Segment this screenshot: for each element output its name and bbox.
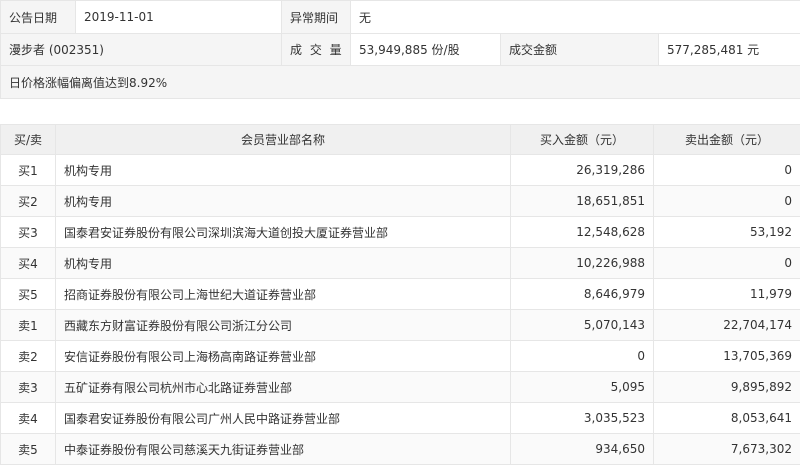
row-member: 西藏东方财富证券股份有限公司浙江分公司	[55, 309, 511, 341]
table-row: 买1 机构专用 26,319,286 0	[0, 154, 800, 186]
row-sell-amount: 0	[653, 247, 800, 279]
row-side: 卖4	[0, 402, 56, 434]
row-buy-amount: 5,095	[510, 371, 654, 403]
table-header-row: 买/卖 会员营业部名称 买入金额（元） 卖出金额（元）	[0, 124, 800, 155]
row-sell-amount: 0	[653, 185, 800, 217]
row-side: 买1	[0, 154, 56, 186]
info-row-reason: 日价格涨幅偏离值达到8.92%	[0, 65, 800, 99]
info-row-date: 公告日期 2019-11-01 异常期间 无	[0, 0, 800, 34]
info-row-volume: 漫步者 (002351) 成 交 量 53,949,885 份/股 成交金额 5…	[0, 33, 800, 66]
table-row: 卖3 五矿证券有限公司杭州市心北路证券营业部 5,095 9,895,892	[0, 371, 800, 403]
row-member: 国泰君安证券股份有限公司深圳滨海大道创投大厦证券营业部	[55, 216, 511, 248]
table-row: 卖2 安信证券股份有限公司上海杨高南路证券营业部 0 13,705,369	[0, 340, 800, 372]
row-sell-amount: 8,053,641	[653, 402, 800, 434]
amount-value: 577,285,481 元	[657, 33, 800, 66]
row-buy-amount: 12,548,628	[510, 216, 654, 248]
trading-seats-table: 买/卖 会员营业部名称 买入金额（元） 卖出金额（元） 买1 机构专用 26,3…	[0, 124, 800, 465]
row-side: 卖5	[0, 433, 56, 465]
row-member: 招商证券股份有限公司上海世纪大道证券营业部	[55, 278, 511, 310]
row-side: 卖1	[0, 309, 56, 341]
table-row: 买3 国泰君安证券股份有限公司深圳滨海大道创投大厦证券营业部 12,548,62…	[0, 216, 800, 248]
row-member: 机构专用	[55, 154, 511, 186]
table-row: 卖1 西藏东方财富证券股份有限公司浙江分公司 5,070,143 22,704,…	[0, 309, 800, 341]
row-buy-amount: 934,650	[510, 433, 654, 465]
volume-value: 53,949,885 份/股	[350, 33, 501, 66]
announce-date-value: 2019-11-01	[75, 0, 282, 34]
row-buy-amount: 8,646,979	[510, 278, 654, 310]
row-side: 卖3	[0, 371, 56, 403]
row-member: 五矿证券有限公司杭州市心北路证券营业部	[55, 371, 511, 403]
row-member: 国泰君安证券股份有限公司广州人民中路证券营业部	[55, 402, 511, 434]
row-sell-amount: 9,895,892	[653, 371, 800, 403]
row-buy-amount: 3,035,523	[510, 402, 654, 434]
row-member: 机构专用	[55, 185, 511, 217]
row-sell-amount: 13,705,369	[653, 340, 800, 372]
announce-date-label: 公告日期	[0, 0, 76, 34]
abnormal-period-value: 无	[349, 0, 800, 34]
row-member: 中泰证券股份有限公司慈溪天九街证券营业部	[55, 433, 511, 465]
table-row: 买2 机构专用 18,651,851 0	[0, 185, 800, 217]
announcement-info-table: 公告日期 2019-11-01 异常期间 无 漫步者 (002351) 成 交 …	[0, 0, 800, 99]
table-row: 卖5 中泰证券股份有限公司慈溪天九街证券营业部 934,650 7,673,30…	[0, 433, 800, 465]
table-row: 卖4 国泰君安证券股份有限公司广州人民中路证券营业部 3,035,523 8,0…	[0, 402, 800, 434]
volume-label: 成 交 量	[281, 33, 351, 66]
row-buy-amount: 18,651,851	[510, 185, 654, 217]
row-side: 买4	[0, 247, 56, 279]
row-sell-amount: 7,673,302	[653, 433, 800, 465]
row-sell-amount: 11,979	[653, 278, 800, 310]
row-sell-amount: 0	[653, 154, 800, 186]
row-buy-amount: 0	[510, 340, 654, 372]
table-row: 买4 机构专用 10,226,988 0	[0, 247, 800, 279]
row-sell-amount: 22,704,174	[653, 309, 800, 341]
abnormal-period-label: 异常期间	[281, 0, 351, 34]
stock-name: 漫步者 (002351)	[0, 33, 282, 66]
amount-label: 成交金额	[500, 33, 659, 66]
row-buy-amount: 5,070,143	[510, 309, 654, 341]
header-side: 买/卖	[0, 124, 56, 155]
header-sell-amount: 卖出金额（元）	[653, 124, 800, 155]
row-member: 机构专用	[55, 247, 511, 279]
table-row: 买5 招商证券股份有限公司上海世纪大道证券营业部 8,646,979 11,97…	[0, 278, 800, 310]
row-member: 安信证券股份有限公司上海杨高南路证券营业部	[55, 340, 511, 372]
header-buy-amount: 买入金额（元）	[510, 124, 654, 155]
header-member: 会员营业部名称	[55, 124, 511, 155]
row-side: 买2	[0, 185, 56, 217]
row-side: 买5	[0, 278, 56, 310]
row-side: 买3	[0, 216, 56, 248]
row-sell-amount: 53,192	[653, 216, 800, 248]
row-buy-amount: 10,226,988	[510, 247, 654, 279]
row-side: 卖2	[0, 340, 56, 372]
abnormal-reason: 日价格涨幅偏离值达到8.92%	[0, 65, 800, 99]
row-buy-amount: 26,319,286	[510, 154, 654, 186]
